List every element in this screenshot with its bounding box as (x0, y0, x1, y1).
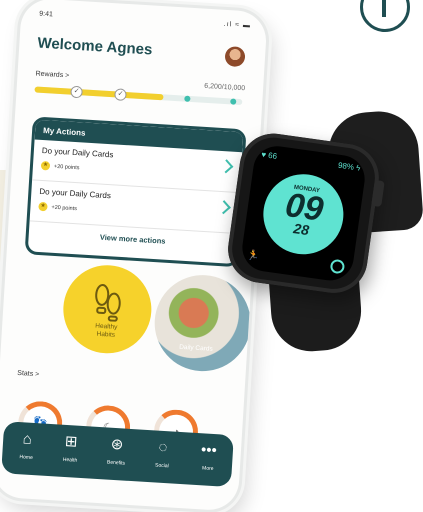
points-label: +20 points (51, 204, 78, 212)
healthy-habits-bubble[interactable]: Healthy Habits (60, 262, 154, 356)
nav-label: Health (62, 456, 78, 464)
stats-link[interactable]: Stats > (17, 370, 39, 378)
running-icon: 🏃 (246, 249, 261, 263)
coin-icon: ★ (38, 201, 48, 212)
nav-more[interactable]: ••• More (188, 441, 230, 473)
benefits-icon: ⊛ (110, 435, 124, 454)
nav-label: Social (154, 462, 169, 470)
points-label: +20 points (53, 163, 80, 171)
battery: 98% ϟ (337, 160, 361, 173)
heart-rate: ♥ 66 (260, 149, 278, 162)
rewards-value: 6,200/10,000 (204, 82, 246, 93)
healthy-habits-label: Healthy Habits (95, 322, 118, 339)
battery-value: 98% (337, 160, 355, 172)
nav-label: Home (19, 454, 33, 461)
watch-screen: ♥ 66 98% ϟ MONDAY 09 28 🏃 (239, 143, 368, 284)
milestone-check-icon: ✓ (70, 85, 83, 99)
nav-home[interactable]: ⌂ Home (6, 429, 48, 461)
welcome-title: Welcome Agnes (36, 34, 153, 59)
milestone-dot-icon (184, 95, 191, 102)
more-dots-icon: ••• (200, 441, 218, 460)
milestone-check-icon: ✓ (114, 88, 127, 102)
nav-health[interactable]: ⊞ Health (50, 432, 92, 464)
watch-face: MONDAY 09 28 (258, 169, 349, 260)
home-icon: ⌂ (22, 430, 33, 448)
status-icons: .ıl ≈ ▬ (223, 20, 252, 30)
daily-cards-label: Daily Cards (178, 343, 213, 353)
smartwatch: ♥ 66 98% ϟ MONDAY 09 28 🏃 (197, 97, 423, 354)
health-kit-icon: ⊞ (64, 432, 78, 451)
chat-icon: ◌ (158, 438, 168, 457)
bottom-nav-bar: ⌂ Home ⊞ Health ⊛ Benefits ◌ Social ••• … (1, 421, 234, 488)
footprints-icon (95, 283, 121, 322)
avatar[interactable] (224, 45, 246, 68)
heart-rate-value: 66 (267, 150, 278, 162)
nav-social[interactable]: ◌ Social (142, 438, 184, 470)
rewards-progress-fill (34, 86, 164, 101)
rewards-link[interactable]: Rewards > (35, 70, 69, 79)
nav-label: Benefits (106, 459, 126, 467)
target-icon (329, 258, 346, 275)
watch-body: ♥ 66 98% ϟ MONDAY 09 28 🏃 (223, 129, 384, 298)
status-time: 9:41 (39, 10, 54, 19)
coin-icon: ★ (40, 160, 51, 171)
nav-benefits[interactable]: ⊛ Benefits (96, 435, 138, 467)
corner-logo-icon (360, 0, 410, 32)
nav-label: More (201, 465, 214, 473)
